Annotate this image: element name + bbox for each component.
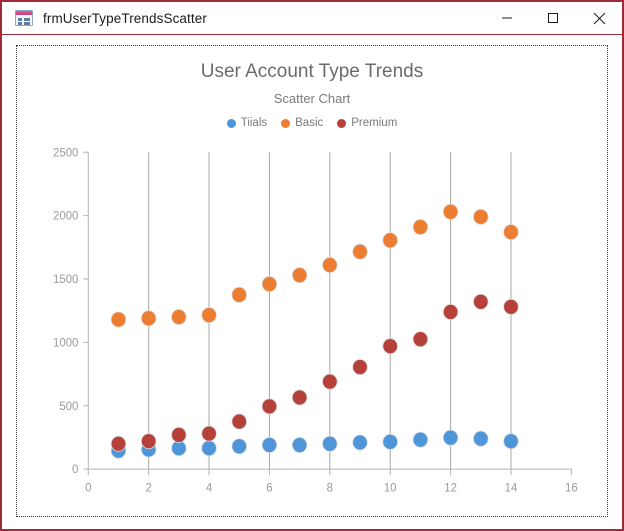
data-point[interactable] [261,437,278,454]
chart-legend: Tiials Basic Premium [17,117,607,129]
data-point[interactable] [171,440,187,457]
chart-subtitle: Scatter Chart [273,90,351,106]
chart-title: User Account Type Trends [200,61,424,82]
data-point[interactable] [110,311,127,328]
window-titlebar: frmUserTypeTrendsScatter [2,2,622,35]
data-point[interactable] [140,433,157,450]
y-tick-label: 0 [72,464,78,476]
legend-item-basic[interactable]: Basic [281,117,323,129]
data-point[interactable] [171,426,187,443]
data-point[interactable] [352,434,368,451]
data-point[interactable] [140,310,157,327]
close-icon[interactable] [576,2,622,34]
legend-marker-icon [281,118,291,128]
data-point[interactable] [503,298,519,315]
data-point[interactable] [412,219,429,235]
data-point[interactable] [503,224,519,241]
legend-marker-icon [226,118,236,128]
x-tick-label: 4 [206,482,213,494]
legend-label: Premium [351,117,398,130]
data-point[interactable] [231,438,247,455]
access-form-icon [15,10,33,26]
x-tick-label: 16 [565,482,578,494]
data-point[interactable] [110,435,127,452]
data-point[interactable] [322,373,338,390]
data-point[interactable] [352,359,368,376]
data-point[interactable] [442,429,459,446]
chart-container[interactable]: User Account Type Trends Scatter Chart T… [16,45,608,517]
legend-label: Tiials [240,117,268,130]
y-tick-label: 500 [59,401,78,413]
data-point[interactable] [291,437,308,454]
data-point[interactable] [322,435,338,452]
legend-item-premium[interactable]: Premium [337,117,397,129]
x-tick-label: 2 [145,482,151,494]
minimize-icon[interactable] [484,2,530,34]
y-tick-label: 1500 [53,274,78,286]
data-point[interactable] [291,389,308,406]
legend-item-tiials[interactable]: Tiials [226,117,268,130]
y-tick-label: 2500 [53,147,78,159]
data-point[interactable] [412,431,429,448]
data-point[interactable] [412,331,429,348]
chart-plot-area: 0 500 1000 1500 2000 2500 0 2 4 6 8 10 12 14 16 [17,142,607,510]
data-point[interactable] [473,208,489,225]
data-point[interactable] [382,232,398,249]
y-tick-label: 2000 [53,211,78,223]
legend-marker-icon [337,118,347,128]
data-point[interactable] [503,433,519,450]
data-point[interactable] [322,257,338,274]
data-point[interactable] [382,433,398,450]
data-point[interactable] [171,309,187,325]
legend-label: Basic [295,117,324,130]
window-title: frmUserTypeTrendsScatter [43,10,207,26]
form-body: User Account Type Trends Scatter Chart T… [2,35,622,529]
x-tick-label: 12 [444,482,457,494]
data-point[interactable] [201,440,217,457]
data-point[interactable] [382,338,398,355]
data-point[interactable] [442,203,459,220]
data-point[interactable] [201,425,217,442]
data-point[interactable] [473,430,489,447]
data-point[interactable] [231,413,247,430]
maximize-icon[interactable] [530,2,576,34]
form-window: frmUserTypeTrendsScatter User Account Ty… [0,0,624,531]
data-point[interactable] [291,267,308,284]
data-point[interactable] [352,243,368,260]
data-point[interactable] [261,398,278,415]
data-point[interactable] [201,307,217,324]
data-point[interactable] [442,303,459,320]
window-controls [484,2,622,34]
x-tick-label: 10 [384,482,397,494]
x-tick-label: 6 [266,482,272,494]
x-tick-label: 14 [505,482,518,494]
data-point[interactable] [231,286,247,303]
data-point[interactable] [261,276,278,293]
y-tick-label: 1000 [53,337,78,349]
data-point[interactable] [473,293,489,310]
x-tick-label: 0 [85,482,91,494]
x-tick-label: 8 [327,482,333,494]
